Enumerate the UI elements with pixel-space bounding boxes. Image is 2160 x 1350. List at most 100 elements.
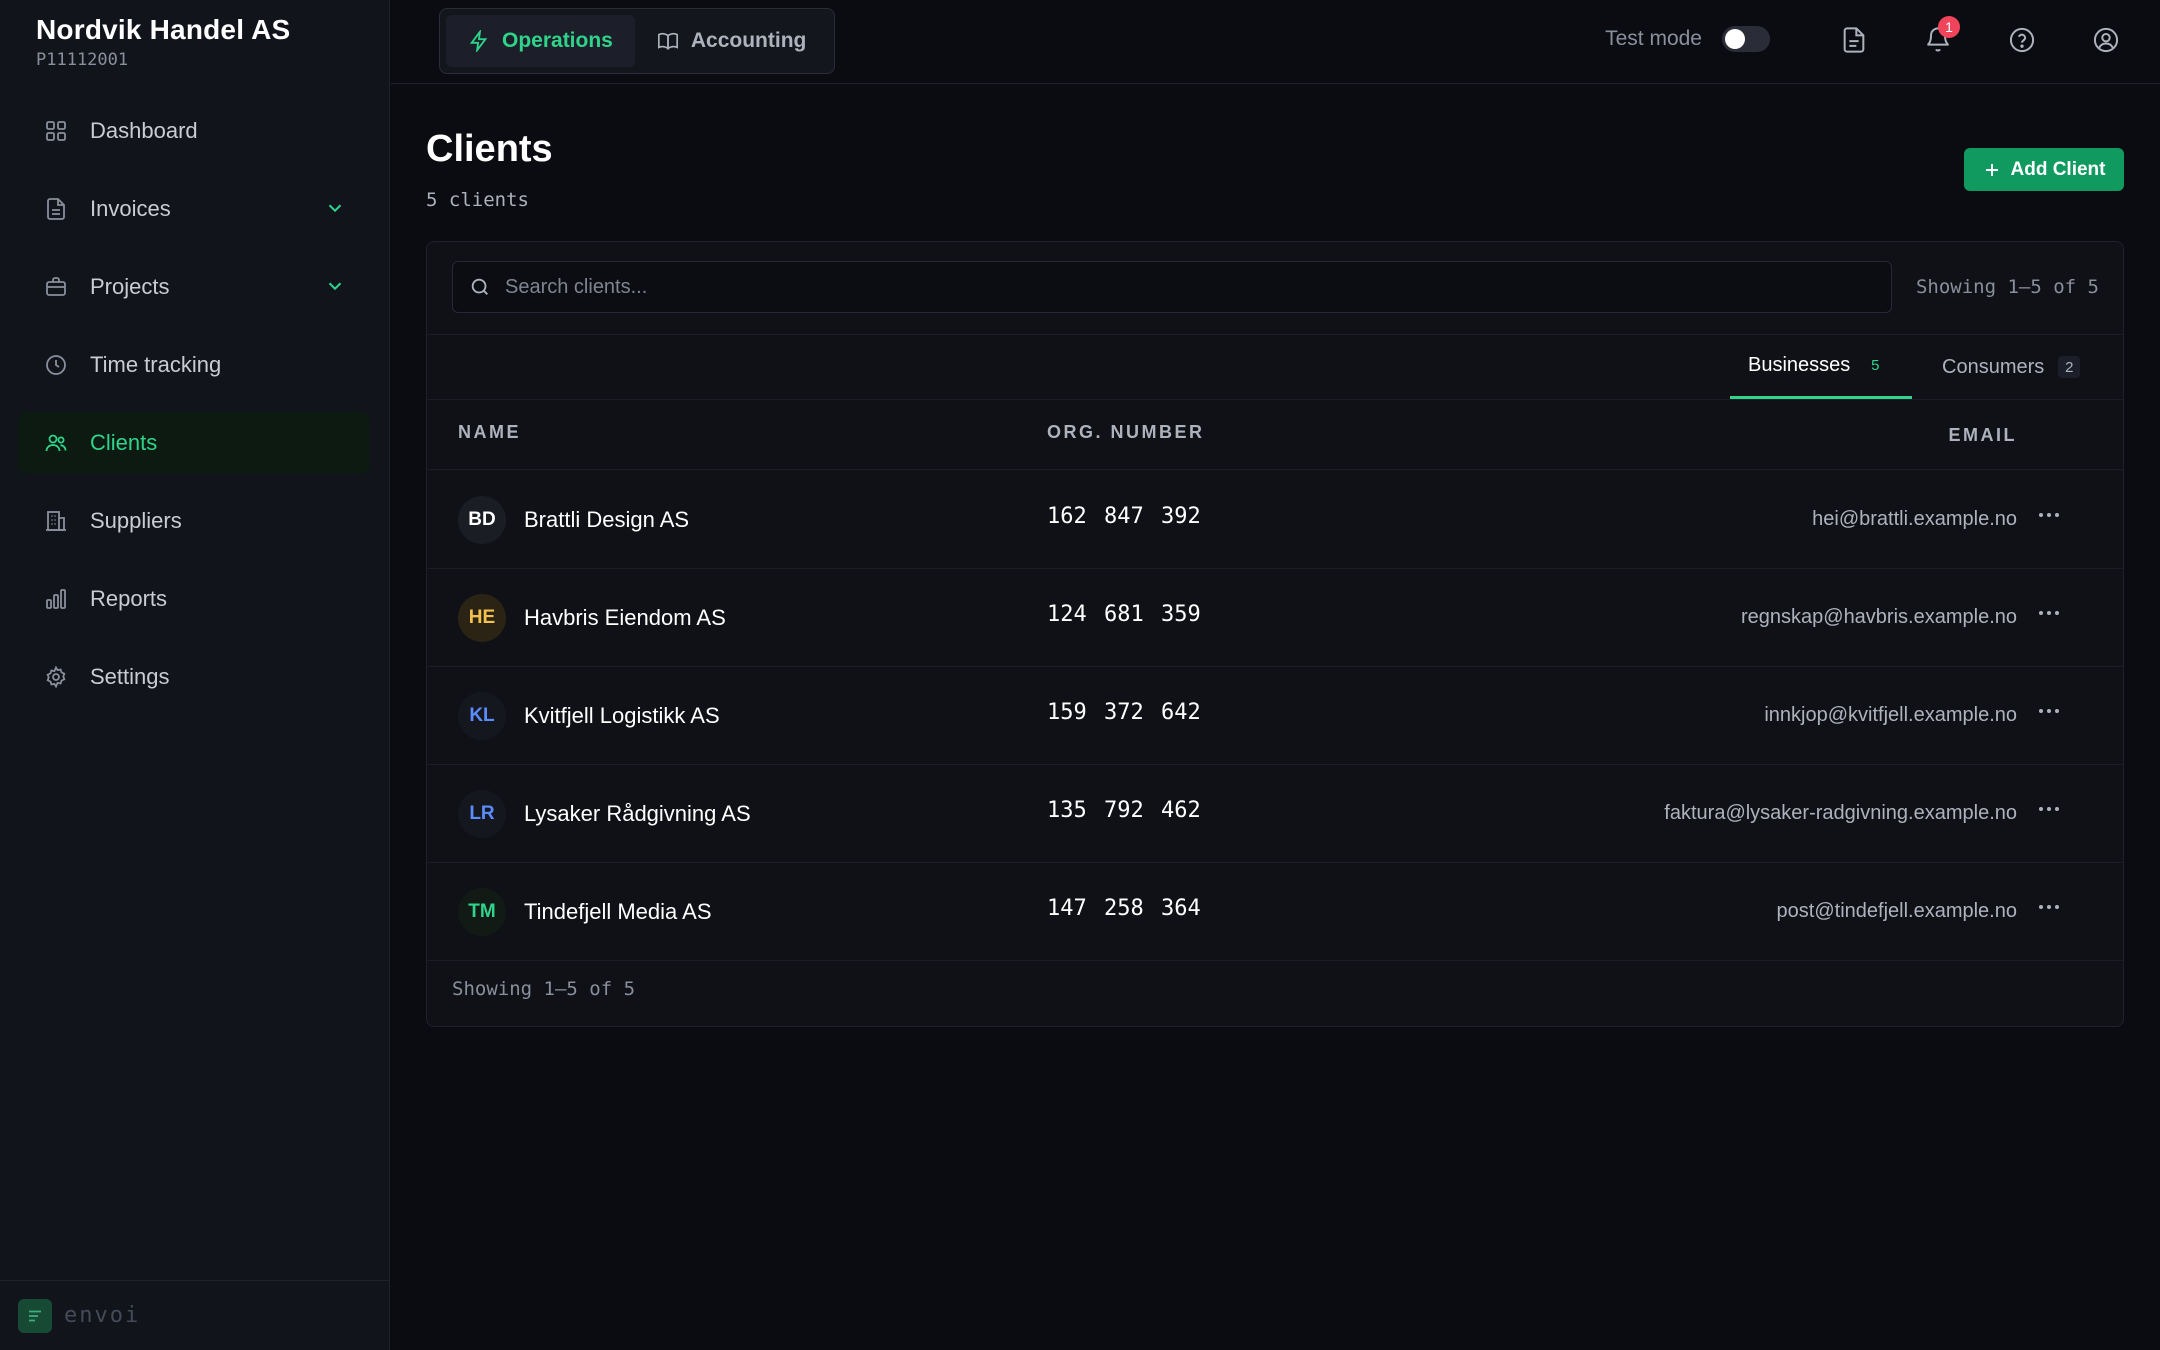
table-row[interactable]: LR Lysaker Rådgivning AS 135 792 462 faktur… [427, 765, 2123, 863]
client-name[interactable]: Tindefjell Media AS [524, 899, 712, 925]
tab-label: Consumers [1942, 355, 2045, 378]
add-client-label: Add Client [2010, 158, 2106, 180]
client-email: innkjop@kvitfjell.example.no [1764, 704, 2017, 726]
table-header: NAME ORG. NUMBER EMAIL [427, 400, 2123, 470]
users-icon [44, 431, 68, 455]
search-icon [471, 278, 488, 295]
chevron-down-icon[interactable] [324, 275, 346, 297]
table-row[interactable]: KL Kvitfjell Logistikk AS 159 372 642 innkj… [427, 667, 2123, 765]
table-row[interactable]: HE Havbris Eiendom AS 124 681 359 regnskap@… [427, 569, 2123, 667]
org-number: 124 681 359 [1047, 602, 1201, 627]
tab-businesses[interactable]: Businesses 5 [1730, 335, 1912, 399]
client-name[interactable]: Brattli Design AS [524, 507, 689, 533]
more-options-icon[interactable] [2033, 895, 2065, 919]
briefcase-icon [44, 275, 68, 299]
document-icon[interactable] [1836, 22, 1872, 58]
client-email: hei@brattli.example.no [1812, 508, 2017, 530]
topbar: Operations Accounting Test mode 1 [391, 0, 2160, 84]
sidebar-nav: Dashboard Invoices Projects Time trackin… [18, 100, 370, 724]
search-input[interactable] [505, 275, 1865, 299]
company-name: Nordvik Handel AS [36, 14, 291, 45]
more-options-icon[interactable] [2033, 601, 2065, 625]
company-brand[interactable]: Nordvik Handel AS P11112001 [36, 14, 290, 70]
bar-chart-icon [44, 587, 68, 611]
org-number: 159 372 642 [1047, 700, 1201, 725]
tab-label: Operations [502, 29, 613, 52]
client-email: regnskap@havbris.example.no [1740, 606, 2017, 628]
plus-icon [1985, 163, 1998, 176]
column-header-name[interactable]: NAME [458, 422, 521, 443]
page-title: Clients [426, 128, 553, 170]
sidebar-item-suppliers[interactable]: Suppliers [18, 490, 370, 552]
client-email: post@tindefjell.example.no [1776, 900, 2017, 922]
client-count: 5 clients [426, 189, 529, 211]
more-options-icon[interactable] [2033, 699, 2065, 723]
company-id: P11112001 [36, 50, 129, 70]
client-email: faktura@lysaker-radgivning.example.no [1664, 802, 2017, 824]
sidebar-item-projects[interactable]: Projects [18, 256, 370, 318]
sidebar-item-label: Time tracking [90, 352, 222, 377]
test-mode-control: Test mode [1605, 26, 1770, 52]
column-header-org-number[interactable]: ORG. NUMBER [1047, 422, 1205, 443]
avatar: BD [458, 496, 506, 544]
sidebar-item-label: Clients [90, 430, 158, 455]
more-options-icon[interactable] [2033, 797, 2065, 821]
avatar: KL [458, 692, 506, 740]
help-icon[interactable] [2004, 22, 2040, 58]
user-account-icon[interactable] [2088, 22, 2124, 58]
tab-count-badge: 2 [2058, 356, 2081, 378]
pagination-summary-top: Showing 1–5 of 5 [1915, 276, 2099, 298]
grid-icon [44, 119, 68, 143]
tab-label: Businesses [1748, 354, 1851, 376]
sidebar-item-label: Invoices [90, 196, 171, 221]
client-type-tabs: Businesses 5 Consumers 2 [427, 334, 2123, 400]
table-row[interactable]: TM Tindefjell Media AS 147 258 364 post@tin… [427, 863, 2123, 961]
tab-consumers[interactable]: Consumers 2 [1924, 335, 2098, 399]
toggle-knob [1725, 29, 1745, 49]
clock-icon [44, 353, 68, 377]
add-client-button[interactable]: Add Client [1964, 148, 2124, 191]
sidebar-item-time-tracking[interactable]: Time tracking [18, 334, 370, 396]
bell-icon[interactable]: 1 [1920, 16, 1960, 58]
table-row[interactable]: BD Brattli Design AS 162 847 392 hei@brattl… [427, 471, 2123, 569]
sidebar-item-label: Suppliers [90, 508, 182, 533]
tab-label: Accounting [690, 29, 807, 52]
org-number: 147 258 364 [1047, 896, 1201, 921]
avatar: TM [458, 888, 506, 936]
test-mode-toggle[interactable] [1722, 26, 1770, 52]
column-header-email[interactable]: EMAIL [1949, 425, 2018, 446]
footer-logo-text: envoi [64, 1303, 141, 1328]
org-number: 162 847 392 [1047, 504, 1201, 529]
document-icon [44, 197, 68, 221]
clients-card: Showing 1–5 of 5 Businesses 5 Consumers … [426, 241, 2124, 1027]
org-number: 135 792 462 [1047, 798, 1201, 823]
sidebar-item-label: Dashboard [90, 118, 198, 143]
lightning-icon [469, 30, 488, 52]
sidebar-item-reports[interactable]: Reports [18, 568, 370, 630]
avatar: LR [458, 790, 506, 838]
more-options-icon[interactable] [2033, 503, 2065, 527]
pagination-summary-bottom: Showing 1–5 of 5 [452, 978, 636, 1000]
sidebar-item-dashboard[interactable]: Dashboard [18, 100, 370, 162]
notification-badge: 1 [1938, 16, 1960, 38]
test-mode-label: Test mode [1605, 27, 1702, 50]
sidebar-item-clients[interactable]: Clients [18, 412, 370, 474]
building-icon [44, 509, 68, 533]
sidebar-item-invoices[interactable]: Invoices [18, 178, 370, 240]
search-box [452, 261, 1892, 313]
gear-icon [44, 665, 68, 689]
sidebar-item-settings[interactable]: Settings [18, 646, 370, 708]
chevron-down-icon[interactable] [324, 197, 346, 219]
tab-operations[interactable]: Operations [446, 15, 635, 67]
book-icon [657, 32, 678, 50]
workspace-switcher: Operations Accounting [439, 8, 835, 74]
sidebar-item-label: Projects [90, 274, 170, 299]
avatar: HE [458, 594, 506, 642]
client-name[interactable]: Havbris Eiendom AS [524, 605, 726, 631]
client-name[interactable]: Lysaker Rådgivning AS [524, 801, 751, 827]
tab-accounting[interactable]: Accounting [635, 15, 829, 67]
sidebar: Nordvik Handel AS P11112001 Dashboard In… [0, 0, 390, 1350]
menu-icon[interactable] [18, 1298, 52, 1333]
client-name[interactable]: Kvitfjell Logistikk AS [524, 703, 720, 729]
sidebar-item-label: Reports [90, 586, 168, 611]
